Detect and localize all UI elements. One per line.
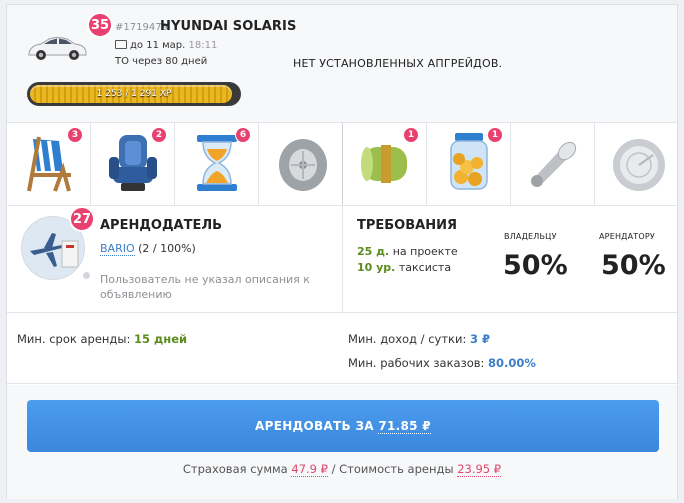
- renter-share-label: АРЕНДАТОРУ: [599, 232, 655, 241]
- rent-button[interactable]: АРЕНДОВАТЬ ЗА 71.85 ₽: [27, 400, 659, 452]
- min-orders: Мин. рабочих заказов: 80.00%: [348, 356, 536, 370]
- wheel-icon: [279, 139, 327, 191]
- requirement-taxi-level: 10 ур. таксиста: [357, 261, 452, 274]
- fees-line: Страховая сумма 47.9 ₽ / Стоимость аренд…: [182, 462, 502, 477]
- lessor-description: Пользователь не указал описания к объявл…: [100, 273, 310, 301]
- owner-share-label: ВЛАДЕЛЬЦУ: [504, 232, 557, 241]
- service-due: ТО через 80 дней: [115, 56, 208, 67]
- upgrade-tile-coin-jar[interactable]: 1: [427, 123, 511, 205]
- lessor-level-badge: 27: [69, 206, 95, 232]
- upgrade-count-badge: 3: [67, 127, 83, 143]
- min-income: Мин. доход / сутки: 3 ₽: [348, 332, 490, 346]
- requirements-section: ТРЕБОВАНИЯ 25 д. на проекте 10 ур. такси…: [343, 206, 677, 313]
- radar-icon: [613, 139, 665, 191]
- rental-terms: Мин. срок аренды: 15 дней Мин. доход / с…: [7, 314, 677, 384]
- document-icon: [115, 40, 127, 49]
- upgrade-tile-car-seat[interactable]: 2: [91, 123, 175, 205]
- online-status-dot: [82, 271, 91, 280]
- car-level-badge: 35: [87, 12, 113, 38]
- xp-text: 1 253 / 1 291 XP: [96, 89, 172, 99]
- insurance-value: 47.9 ₽: [291, 462, 328, 477]
- upgrade-count-badge: 6: [235, 127, 251, 143]
- xp-progress-bar: 1 253 / 1 291 XP: [27, 82, 241, 106]
- upgrade-count-badge: 1: [403, 127, 419, 143]
- upgrade-tiles: 3 2 6 1 1: [7, 123, 677, 206]
- requirements-title: ТРЕБОВАНИЯ: [357, 218, 457, 233]
- rent-area: АРЕНДОВАТЬ ЗА 71.85 ₽ Страховая сумма 47…: [7, 385, 677, 499]
- lessor-user: BARIO (2 / 100%): [100, 242, 196, 256]
- owner-share-value: 50%: [503, 250, 568, 281]
- upgrade-tile-wheel[interactable]: [259, 123, 343, 205]
- min-term: Мин. срок аренды: 15 дней: [17, 332, 188, 346]
- lessor-section: 27 АРЕНДОДАТЕЛЬ BARIO (2 / 100%) Пользов…: [7, 206, 343, 313]
- upgrade-count-badge: 1: [487, 127, 503, 143]
- lessor-username-link[interactable]: BARIO: [100, 242, 135, 256]
- upgrade-count-badge: 2: [151, 127, 167, 143]
- lessor-title: АРЕНДОДАТЕЛЬ: [100, 218, 223, 233]
- upgrade-tile-hourglass[interactable]: 6: [175, 123, 259, 205]
- lease-until: до 11 мар. 18:11: [115, 40, 217, 51]
- upgrade-tile-money-roll[interactable]: 1: [343, 123, 427, 205]
- car-header: 35 #1719479 HYUNDAI SOLARIS до 11 мар. 1…: [7, 5, 677, 123]
- requirement-project-days: 25 д. на проекте: [357, 245, 458, 258]
- upgrade-tile-horn[interactable]: [511, 123, 595, 205]
- car-icon: [28, 37, 87, 60]
- rental-card: 35 #1719479 HYUNDAI SOLARIS до 11 мар. 1…: [6, 4, 678, 499]
- no-upgrades-text: НЕТ УСТАНОВЛЕННЫХ АПГРЕЙДОВ.: [293, 57, 503, 70]
- renter-share-value: 50%: [601, 250, 666, 281]
- horn-icon: [531, 141, 577, 187]
- upgrade-tile-deck-chair[interactable]: 3: [7, 123, 91, 205]
- upgrade-tile-radar[interactable]: [595, 123, 677, 205]
- lessor-stats: (2 / 100%): [134, 242, 196, 255]
- car-name: HYUNDAI SOLARIS: [160, 19, 297, 34]
- rent-cost-value: 23.95 ₽: [457, 462, 502, 477]
